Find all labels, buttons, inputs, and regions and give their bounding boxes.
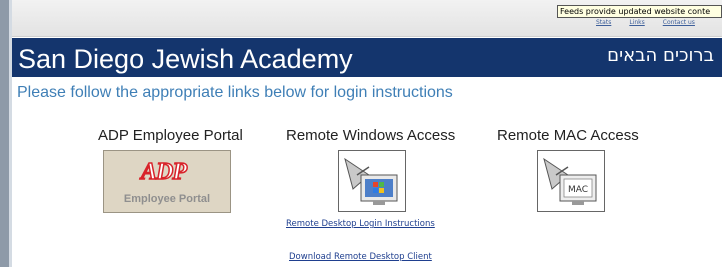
feeds-tooltip: Feeds provide updated website conte — [557, 5, 722, 18]
top-links: Stats Links Contact us — [596, 19, 695, 26]
site-title: San Diego Jewish Academy — [18, 44, 353, 74]
remote-windows-button[interactable] — [338, 150, 406, 212]
adp-employee-portal-button[interactable]: ADP Employee Portal — [103, 150, 231, 213]
remote-mac-label: Remote MAC Access — [497, 127, 639, 144]
remote-mac-button[interactable]: MAC — [537, 150, 605, 212]
remote-windows-label: Remote Windows Access — [286, 127, 456, 144]
remote-desktop-mac-icon: MAC — [543, 157, 597, 205]
site-header: San Diego Jewish Academy ברוכים הבאים — [12, 38, 722, 77]
mac-badge-text: MAC — [568, 185, 588, 195]
window-left-edge — [0, 0, 9, 267]
adp-logo: ADP — [140, 158, 188, 186]
adp-portal-subtitle: Employee Portal — [123, 193, 211, 205]
top-link-stats[interactable]: Stats — [596, 19, 611, 26]
remote-desktop-login-instructions-link[interactable]: Remote Desktop Login Instructions — [286, 219, 435, 229]
hebrew-welcome: ברוכים הבאים — [607, 45, 714, 66]
top-link-contact[interactable]: Contact us — [663, 19, 695, 26]
remote-desktop-windows-icon — [344, 157, 398, 205]
top-link-links[interactable]: Links — [629, 19, 644, 26]
instructions-text: Please follow the appropriate links belo… — [17, 84, 453, 101]
download-remote-desktop-client-link[interactable]: Download Remote Desktop Client — [289, 252, 432, 262]
adp-portal-label: ADP Employee Portal — [98, 127, 243, 144]
